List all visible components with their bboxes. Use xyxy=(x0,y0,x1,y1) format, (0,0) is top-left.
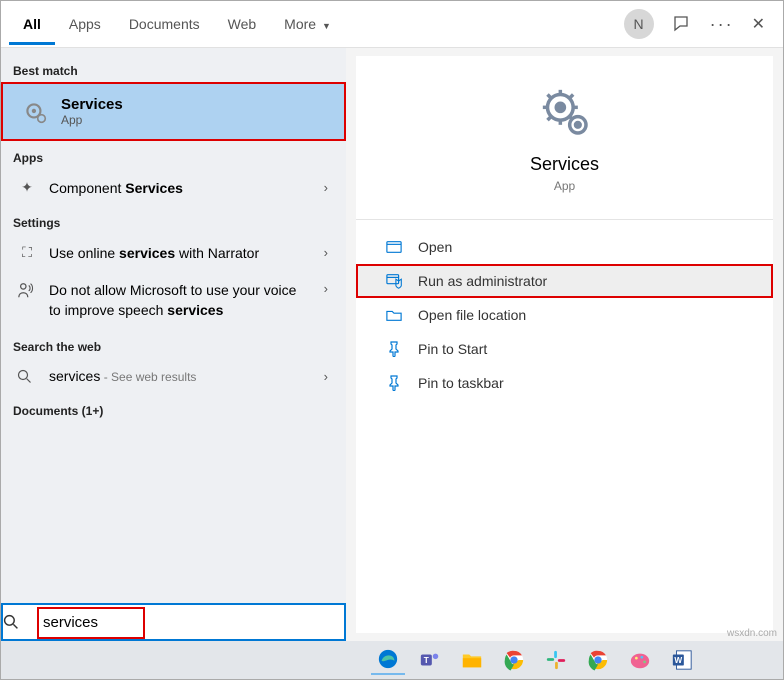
action-label: Open xyxy=(418,239,452,255)
documents-label: Documents (1+) xyxy=(1,394,346,422)
best-match-title: Services xyxy=(61,96,123,113)
results-pane: Best match Services App Apps ✦ Component… xyxy=(1,48,346,641)
taskbar-slack-icon[interactable] xyxy=(539,645,573,675)
taskbar-paint-icon[interactable] xyxy=(623,645,657,675)
pin-icon xyxy=(386,341,404,357)
result-text: Do not allow Microsoft to use your voice… xyxy=(49,281,312,320)
action-open-location[interactable]: Open file location xyxy=(356,298,773,332)
tab-web[interactable]: Web xyxy=(214,4,271,45)
result-web-services[interactable]: services - See web results › xyxy=(1,358,346,394)
taskbar-teams-icon[interactable]: T xyxy=(413,645,447,675)
preview-subtitle: App xyxy=(356,179,773,193)
action-pin-taskbar[interactable]: Pin to taskbar xyxy=(356,366,773,400)
header-actions: N ··· ✕ xyxy=(624,9,775,39)
taskbar-chrome2-icon[interactable] xyxy=(581,645,615,675)
close-icon[interactable]: ✕ xyxy=(752,14,765,34)
action-run-as-admin[interactable]: Run as administrator xyxy=(356,264,773,298)
action-label: Open file location xyxy=(418,307,526,323)
taskbar-chrome-icon[interactable] xyxy=(497,645,531,675)
tab-all[interactable]: All xyxy=(9,4,55,45)
chevron-right-icon: › xyxy=(324,245,330,260)
user-avatar[interactable]: N xyxy=(624,9,654,39)
settings-label: Settings xyxy=(1,206,346,234)
chevron-right-icon: › xyxy=(324,180,330,195)
action-label: Run as administrator xyxy=(418,273,547,289)
divider xyxy=(356,219,773,220)
preview-pane: Services App Open Run as administrator xyxy=(346,48,783,641)
taskbar-word-icon[interactable]: W xyxy=(665,645,699,675)
result-component-services[interactable]: ✦ Component Services › xyxy=(1,169,346,206)
gear-icon xyxy=(21,98,49,126)
main-content: Best match Services App Apps ✦ Component… xyxy=(1,48,783,641)
result-text: Component Services xyxy=(49,180,312,196)
search-icon xyxy=(17,369,37,384)
tab-documents[interactable]: Documents xyxy=(115,4,214,45)
action-label: Pin to Start xyxy=(418,341,487,357)
search-input[interactable] xyxy=(39,610,344,635)
taskbar-edge-icon[interactable] xyxy=(371,645,405,675)
chevron-right-icon: › xyxy=(324,369,330,384)
action-label: Pin to taskbar xyxy=(418,375,504,391)
action-open[interactable]: Open xyxy=(356,230,773,264)
header-bar: All Apps Documents Web More ▼ N ··· ✕ xyxy=(1,1,783,48)
result-text: Use online services with Narrator xyxy=(49,245,312,261)
search-bar[interactable] xyxy=(1,603,346,641)
best-match-label: Best match xyxy=(1,54,346,82)
gear-icon xyxy=(356,84,773,140)
result-speech-services[interactable]: Do not allow Microsoft to use your voice… xyxy=(1,271,346,330)
tab-apps[interactable]: Apps xyxy=(55,4,115,45)
pin-icon xyxy=(386,375,404,391)
action-pin-start[interactable]: Pin to Start xyxy=(356,332,773,366)
feedback-icon[interactable] xyxy=(672,14,692,34)
filter-tabs: All Apps Documents Web More ▼ xyxy=(9,4,624,45)
web-label: Search the web xyxy=(1,330,346,358)
best-match-services[interactable]: Services App xyxy=(1,82,346,141)
watermark: wsxdn.com xyxy=(727,628,777,639)
person-icon xyxy=(17,281,37,299)
result-narrator-services[interactable]: ⛶ Use online services with Narrator › xyxy=(1,234,346,271)
preview-title: Services xyxy=(356,154,773,175)
chevron-down-icon: ▼ xyxy=(322,21,331,31)
open-icon xyxy=(386,240,404,254)
result-text: services - See web results xyxy=(49,368,312,384)
taskbar: T W xyxy=(1,641,783,679)
svg-text:T: T xyxy=(424,656,429,665)
taskbar-explorer-icon[interactable] xyxy=(455,645,489,675)
apps-label: Apps xyxy=(1,141,346,169)
preview-actions: Open Run as administrator Open file loca… xyxy=(356,230,773,400)
folder-icon xyxy=(386,308,404,322)
component-icon: ✦ xyxy=(17,179,37,196)
svg-text:W: W xyxy=(674,656,682,665)
best-match-subtitle: App xyxy=(61,113,123,127)
narrator-icon: ⛶ xyxy=(17,244,37,261)
more-options-icon[interactable]: ··· xyxy=(710,14,734,35)
search-icon xyxy=(3,614,39,630)
admin-icon xyxy=(386,273,404,289)
chevron-right-icon: › xyxy=(324,281,330,296)
tab-more[interactable]: More ▼ xyxy=(270,4,345,45)
